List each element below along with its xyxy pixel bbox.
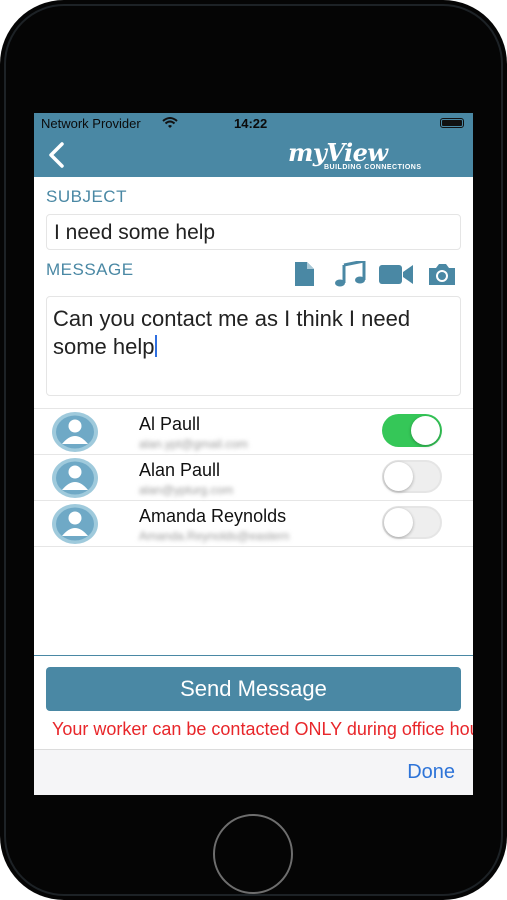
office-hours-warning: Your worker can be contacted ONLY during… xyxy=(52,719,473,739)
subject-value: I need some help xyxy=(54,221,216,244)
contact-toggle[interactable] xyxy=(382,460,442,493)
contact-row[interactable]: Alan Paull alan@ypturg.com xyxy=(34,455,473,501)
camera-icon[interactable] xyxy=(427,261,457,287)
toggle-knob xyxy=(384,508,413,537)
avatar-icon xyxy=(52,504,98,544)
avatar-icon xyxy=(52,458,98,498)
back-chevron-icon[interactable] xyxy=(42,137,72,173)
subject-input[interactable]: I need some help xyxy=(46,214,461,250)
contact-email: Amanda.Reynolds@eastern xyxy=(139,529,290,543)
subject-label: SUBJECT xyxy=(46,187,127,206)
contact-name: Al Paull xyxy=(139,414,201,434)
contact-row[interactable]: Al Paull alan.ypt@gmail.com xyxy=(34,409,473,455)
contact-name: Alan Paull xyxy=(139,460,221,480)
text-cursor xyxy=(154,335,157,357)
message-value: Can you contact me as I think I need som… xyxy=(53,306,411,359)
app-screen: Network Provider 14:22 myView BUILDING C… xyxy=(34,113,473,795)
contact-email: alan@ypturg.com xyxy=(139,483,234,497)
music-icon[interactable] xyxy=(334,261,366,287)
keyboard-toolbar: Done xyxy=(34,749,473,795)
carrier-name: Network Provider xyxy=(41,116,141,131)
contact-email: alan.ypt@gmail.com xyxy=(139,437,248,451)
status-time: 14:22 xyxy=(234,116,268,131)
wifi-icon xyxy=(162,117,178,128)
document-icon[interactable] xyxy=(293,261,315,287)
logo-subtitle: BUILDING CONNECTIONS xyxy=(324,164,422,171)
toggle-knob xyxy=(411,416,440,445)
toggle-knob xyxy=(384,462,413,491)
message-textarea[interactable]: Can you contact me as I think I need som… xyxy=(46,296,461,396)
home-button[interactable] xyxy=(213,814,293,894)
navigation-bar: myView BUILDING CONNECTIONS xyxy=(34,133,473,177)
battery-icon xyxy=(440,118,464,128)
avatar-icon xyxy=(52,412,98,452)
phone-frame: Network Provider 14:22 myView BUILDING C… xyxy=(0,0,507,900)
contact-list: Al Paull alan.ypt@gmail.com Alan Paull a… xyxy=(34,408,473,547)
contact-row[interactable]: Amanda Reynolds Amanda.Reynolds@eastern xyxy=(34,501,473,547)
contact-name: Amanda Reynolds xyxy=(139,506,287,526)
divider xyxy=(34,655,473,656)
done-button[interactable]: Done xyxy=(407,761,455,784)
send-message-button[interactable]: Send Message xyxy=(46,667,461,711)
logo-main-text: myView xyxy=(288,138,388,167)
message-label: MESSAGE xyxy=(46,260,134,279)
video-camera-icon[interactable] xyxy=(378,261,414,287)
myview-logo: myView BUILDING CONNECTIONS xyxy=(288,138,448,176)
contact-toggle[interactable] xyxy=(382,414,442,447)
contact-toggle[interactable] xyxy=(382,506,442,539)
status-bar: Network Provider 14:22 xyxy=(34,113,473,133)
